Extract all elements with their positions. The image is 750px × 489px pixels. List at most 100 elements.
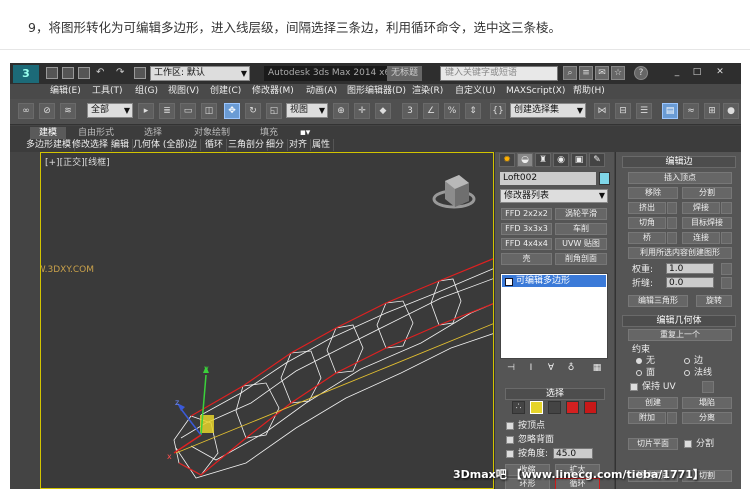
turbosmooth-button[interactable]: 涡轮平滑: [555, 208, 607, 220]
crease-settings-button[interactable]: [721, 277, 732, 289]
subscription-icon[interactable]: ≡: [579, 66, 593, 80]
mirror-icon[interactable]: ⋈: [594, 103, 610, 119]
selection-filter-select[interactable]: 全部 ▼: [87, 103, 133, 118]
constraint-none-radio[interactable]: [636, 358, 642, 364]
ribbon-options-icon[interactable]: ▪▾: [295, 127, 315, 139]
help-icon[interactable]: ?: [634, 66, 648, 80]
vertex-level-icon[interactable]: ∴: [512, 401, 525, 414]
create-tab-icon[interactable]: ✹: [499, 153, 515, 167]
select-manipulate-icon[interactable]: ✛: [354, 103, 370, 119]
ribbon-loops[interactable]: 循环: [202, 139, 228, 151]
ribbon-modify-selection[interactable]: 修改选择: [69, 139, 113, 151]
weight-settings-button[interactable]: [721, 263, 732, 275]
constraint-normal-radio[interactable]: [684, 370, 690, 376]
angle-snap-icon[interactable]: ∠: [423, 103, 439, 119]
rotate-icon[interactable]: ↻: [245, 103, 261, 119]
viewport-ortho[interactable]: [+][正交][线框] y z x .3DXY.COM: [40, 152, 494, 489]
unlink-icon[interactable]: ⊘: [39, 103, 55, 119]
weld-button[interactable]: 焊接: [682, 202, 720, 214]
detach-button[interactable]: 分离: [682, 412, 732, 424]
project-folder-icon[interactable]: [134, 67, 146, 79]
menu-graph-editors[interactable]: 图形编辑器(D): [347, 85, 406, 98]
ribbon-tris[interactable]: 三角剖分: [225, 139, 269, 151]
split-button[interactable]: 分割: [682, 187, 732, 199]
layer-manager-icon[interactable]: ☰: [636, 103, 652, 119]
snap-3d-icon[interactable]: 3: [402, 103, 418, 119]
constraint-face-radio[interactable]: [636, 370, 642, 376]
edit-edges-title[interactable]: 编辑边: [622, 156, 736, 168]
chamfer-profile-button[interactable]: 削角剖面: [555, 253, 607, 265]
create-button[interactable]: 创建: [628, 397, 678, 409]
split-checkbox[interactable]: [684, 440, 692, 448]
select-by-name-icon[interactable]: ≣: [159, 103, 175, 119]
loft-wireframe[interactable]: [173, 268, 494, 479]
move-icon[interactable]: ✥: [224, 103, 240, 119]
weight-spinner[interactable]: 1.0: [666, 263, 714, 274]
tab-selection[interactable]: 选择: [138, 127, 168, 139]
element-level-icon[interactable]: [584, 401, 597, 414]
attach-settings-button[interactable]: [667, 412, 677, 424]
modify-tab-icon[interactable]: ◒: [517, 153, 533, 167]
menu-rendering[interactable]: 渲染(R): [412, 85, 443, 98]
preserve-uv-checkbox[interactable]: [630, 383, 638, 391]
polygon-level-icon[interactable]: [566, 401, 579, 414]
pin-stack-icon[interactable]: ⊣: [504, 362, 518, 375]
configure-sets-icon[interactable]: ▦: [590, 362, 604, 375]
object-name-field[interactable]: Loft002: [500, 172, 596, 185]
rect-selection-icon[interactable]: ▭: [180, 103, 196, 119]
connect-settings-button[interactable]: [721, 232, 732, 244]
tab-object-paint[interactable]: 对象绘制: [188, 127, 236, 139]
create-shape-button[interactable]: 利用所选内容创建图形: [628, 247, 732, 259]
menu-help[interactable]: 帮助(H): [573, 85, 605, 98]
schematic-view-icon[interactable]: ⊞: [704, 103, 720, 119]
motion-tab-icon[interactable]: ◉: [553, 153, 569, 167]
remove-modifier-icon[interactable]: ♁: [564, 362, 578, 375]
hierarchy-tab-icon[interactable]: ♜: [535, 153, 551, 167]
ribbon-align[interactable]: 对齐: [286, 139, 312, 151]
undo-icon[interactable]: ↶: [96, 67, 108, 79]
pivot-center-icon[interactable]: ⊕: [333, 103, 349, 119]
display-tab-icon[interactable]: ▣: [571, 153, 587, 167]
uvw-map-button[interactable]: UVW 贴图: [555, 238, 607, 250]
attach-button[interactable]: 附加: [628, 412, 666, 424]
remove-button[interactable]: 移除: [628, 187, 678, 199]
edit-geometry-title[interactable]: 编辑几何体: [622, 315, 736, 327]
connect-button[interactable]: 连接: [682, 232, 720, 244]
crease-spinner[interactable]: 0.0: [666, 277, 714, 288]
constraint-edge-radio[interactable]: [684, 358, 690, 364]
collapse-button[interactable]: 塌陷: [682, 397, 732, 409]
communication-icon[interactable]: ✉: [595, 66, 609, 80]
menu-edit[interactable]: 编辑(E): [50, 85, 81, 98]
utilities-tab-icon[interactable]: ✎: [589, 153, 605, 167]
link-icon[interactable]: ∞: [18, 103, 34, 119]
ffd3-button[interactable]: FFD 3x3x3: [501, 223, 552, 235]
preserve-uv-settings-button[interactable]: [702, 381, 714, 393]
ignore-backface-checkbox[interactable]: [506, 436, 514, 444]
align-icon[interactable]: ⊟: [615, 103, 631, 119]
show-end-result-icon[interactable]: I: [524, 362, 538, 375]
bridge-settings-button[interactable]: [667, 232, 677, 244]
weld-settings-button[interactable]: [721, 202, 732, 214]
insert-vertex-button[interactable]: 插入顶点: [628, 172, 732, 184]
menu-customize[interactable]: 自定义(U): [455, 85, 496, 98]
save-file-icon[interactable]: [78, 67, 90, 79]
minimize-icon[interactable]: _: [670, 66, 684, 80]
new-file-icon[interactable]: [46, 67, 58, 79]
keyboard-shortcut-icon[interactable]: ◆: [375, 103, 391, 119]
edge-level-icon[interactable]: [530, 401, 543, 414]
shell-button[interactable]: 壳: [501, 253, 552, 265]
ribbon-properties[interactable]: 属性: [309, 139, 335, 151]
viewcube-icon[interactable]: [432, 175, 476, 209]
make-unique-icon[interactable]: ∀: [544, 362, 558, 375]
menu-maxscript[interactable]: MAXScript(X): [506, 85, 565, 98]
edit-triangulation-button[interactable]: 编辑三角形: [628, 295, 688, 307]
menu-views[interactable]: 视图(V): [168, 85, 199, 98]
tab-modeling[interactable]: 建模: [30, 127, 66, 139]
curve-editor-icon[interactable]: ≈: [683, 103, 699, 119]
graphite-ribbon-icon[interactable]: ▤: [662, 103, 678, 119]
modifier-list-select[interactable]: 修改器列表 ▼: [500, 189, 608, 203]
ribbon-subdivision[interactable]: 细分: [263, 139, 289, 151]
binoculars-icon[interactable]: ⌕: [563, 66, 577, 80]
menu-modifiers[interactable]: 修改器(M): [252, 85, 294, 98]
favorites-icon[interactable]: ☆: [611, 66, 625, 80]
